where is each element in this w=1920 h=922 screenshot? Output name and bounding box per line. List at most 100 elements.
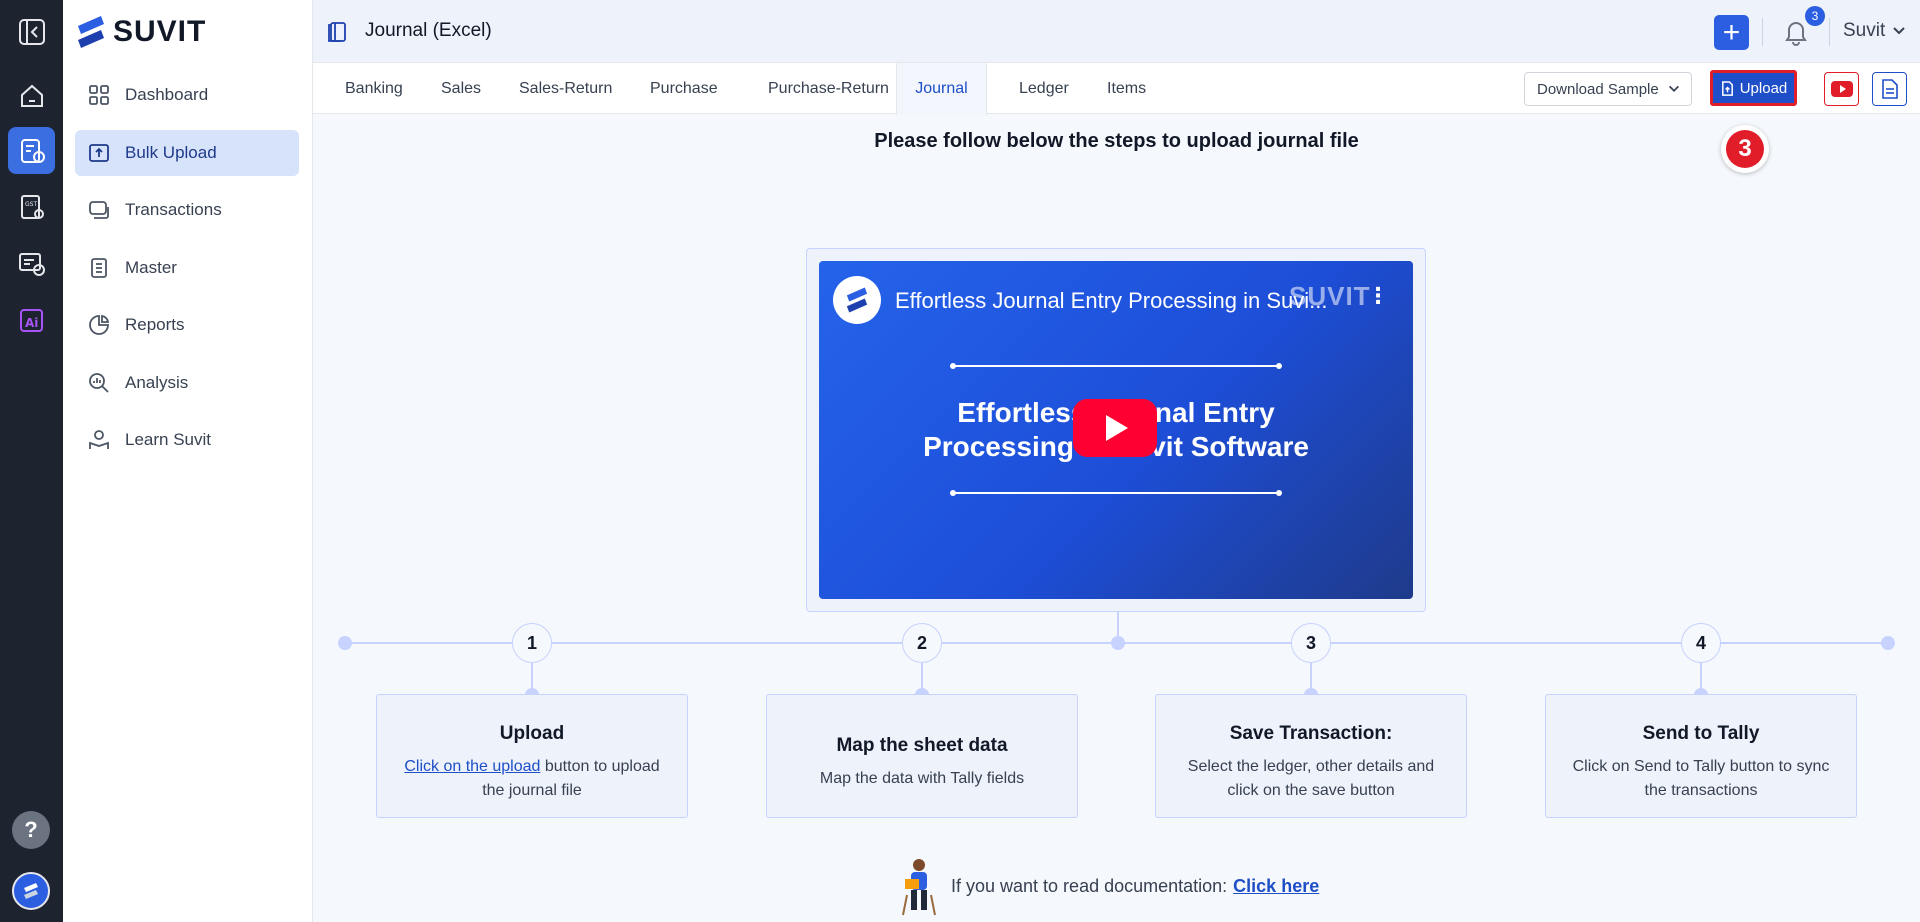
upload-button[interactable]: Upload	[1710, 70, 1797, 106]
user-menu[interactable]: Suvit	[1843, 20, 1907, 42]
tab-purchase-return[interactable]: Purchase-Return	[754, 63, 903, 114]
suvit-logo-icon[interactable]	[12, 872, 50, 910]
file-upload-icon	[1721, 80, 1733, 96]
add-button[interactable]: +	[1714, 15, 1749, 50]
sidebar-item-learn-suvit[interactable]: Learn Suvit	[75, 417, 299, 463]
video-watermark: SUVIT	[1289, 281, 1371, 311]
video-container: Effortless Journal Entry Processing in S…	[806, 248, 1426, 612]
sidebar-item-dashboard[interactable]: Dashboard	[75, 72, 299, 118]
tab-journal[interactable]: Journal	[896, 63, 987, 115]
sidebar-item-label: Master	[125, 258, 177, 277]
download-sample-label: Download Sample	[1537, 80, 1659, 98]
documentation-button[interactable]	[1872, 72, 1907, 106]
documentation-link[interactable]: Click here	[1233, 876, 1319, 897]
decor-line	[950, 363, 1282, 369]
svg-text:GST: GST	[25, 201, 37, 208]
notification-badge: 3	[1805, 6, 1825, 26]
youtube-button[interactable]	[1824, 72, 1859, 106]
step-title: Map the sheet data	[836, 735, 1008, 756]
stack-icon	[89, 201, 109, 219]
more-options-icon[interactable]: ⋮	[1367, 283, 1389, 309]
grid-icon	[89, 85, 109, 105]
suvit-logo-icon	[846, 287, 868, 313]
step-number-2: 2	[902, 623, 942, 663]
play-button[interactable]	[1073, 399, 1157, 457]
upload-button-label: Upload	[1739, 79, 1788, 97]
instructions-heading: Please follow below the steps to upload …	[874, 130, 1359, 152]
channel-avatar[interactable]	[833, 276, 881, 324]
sidebar-item-transactions[interactable]: Transactions	[75, 187, 299, 233]
tab-purchase[interactable]: Purchase	[636, 63, 732, 114]
sidebar-item-analysis[interactable]: Analysis	[75, 360, 299, 406]
top-header: Journal (Excel) + 3 Suvit	[313, 0, 1920, 63]
step-number-1: 1	[512, 623, 552, 663]
step-description: Map the data with Tally fields	[819, 770, 1025, 787]
step-title: Send to Tally	[1642, 723, 1760, 744]
step-title: Upload	[499, 723, 565, 744]
timeline-dot	[338, 636, 352, 650]
ai-icon[interactable]: Ai	[8, 296, 55, 343]
upload-link[interactable]: Click on the upload	[404, 758, 540, 775]
icon-rail: GST Ai ?	[0, 0, 63, 922]
video-connector	[1117, 612, 1119, 642]
header-divider	[1829, 18, 1830, 46]
list-icon	[91, 258, 107, 278]
timeline-dot	[1881, 636, 1895, 650]
pie-icon	[89, 314, 110, 335]
bulk-upload-icon[interactable]	[8, 127, 55, 174]
documentation-text: If you want to read documentation:	[951, 875, 1228, 896]
step-number-4: 4	[1681, 623, 1721, 663]
reading-person-icon	[902, 859, 936, 916]
sidebar-item-label: Dashboard	[125, 85, 209, 104]
step-card-upload: Upload Click on the upload button to upl…	[376, 694, 688, 818]
suvit-logo-icon	[78, 16, 104, 48]
document-icon	[1881, 79, 1898, 99]
chat-clock-icon[interactable]	[8, 240, 55, 287]
sidebar: SUVIT Dashboard Bulk Upload Transactions…	[63, 0, 313, 922]
tab-banking[interactable]: Banking	[331, 63, 417, 114]
step-description: Click on Send to Tally button to sync th…	[1572, 758, 1830, 799]
collapse-sidebar-icon[interactable]	[8, 8, 55, 55]
header-divider	[1762, 18, 1763, 46]
download-sample-dropdown[interactable]: Download Sample	[1524, 72, 1692, 106]
sidebar-item-label: Learn Suvit	[125, 430, 211, 449]
tab-bar: Banking Sales Sales-Return Purchase Purc…	[313, 63, 1920, 115]
tab-ledger[interactable]: Ledger	[1005, 63, 1083, 114]
svg-text:Ai: Ai	[25, 316, 38, 330]
tab-sales[interactable]: Sales	[427, 63, 495, 114]
journal-book-icon	[328, 22, 346, 42]
home-icon[interactable]	[8, 72, 55, 119]
gst-icon[interactable]: GST	[8, 183, 55, 230]
upload-icon	[89, 144, 109, 162]
video-player[interactable]: Effortless Journal Entry Processing in S…	[819, 261, 1413, 599]
sidebar-item-reports[interactable]: Reports	[75, 302, 299, 348]
user-name: Suvit	[1843, 20, 1886, 41]
chevron-down-icon	[1668, 85, 1679, 92]
sidebar-item-label: Bulk Upload	[125, 143, 217, 162]
sidebar-item-master[interactable]: Master	[75, 245, 299, 291]
sidebar-item-label: Reports	[125, 315, 185, 334]
chevron-down-icon	[1893, 27, 1905, 35]
help-icon[interactable]: ?	[12, 811, 50, 849]
brand-name: SUVIT	[113, 15, 207, 48]
documentation-line: If you want to read documentation: Click…	[897, 855, 1319, 917]
sidebar-item-label: Transactions	[125, 200, 222, 219]
youtube-icon	[1830, 81, 1853, 97]
learn-icon	[89, 430, 109, 449]
step-description: Click on the upload button to upload the…	[377, 755, 687, 803]
page-title: Journal (Excel)	[365, 20, 492, 41]
step-card-send: Send to Tally Click on Send to Tally but…	[1545, 694, 1857, 818]
video-title[interactable]: Effortless Journal Entry Processing in S…	[895, 288, 1335, 314]
step-card-map: Map the sheet data Map the data with Tal…	[766, 694, 1078, 818]
magnify-chart-icon	[89, 373, 109, 393]
brand-logo[interactable]: SUVIT	[75, 14, 206, 50]
tab-sales-return[interactable]: Sales-Return	[505, 63, 626, 114]
step-title: Save Transaction:	[1229, 723, 1393, 744]
step-description: Select the ledger, other details and cli…	[1187, 758, 1435, 799]
step-number-3: 3	[1291, 623, 1331, 663]
sidebar-item-bulk-upload[interactable]: Bulk Upload	[75, 130, 299, 176]
tab-items[interactable]: Items	[1093, 63, 1160, 114]
decor-line	[950, 490, 1282, 496]
sidebar-item-label: Analysis	[125, 373, 189, 392]
step-card-save: Save Transaction: Select the ledger, oth…	[1155, 694, 1467, 818]
